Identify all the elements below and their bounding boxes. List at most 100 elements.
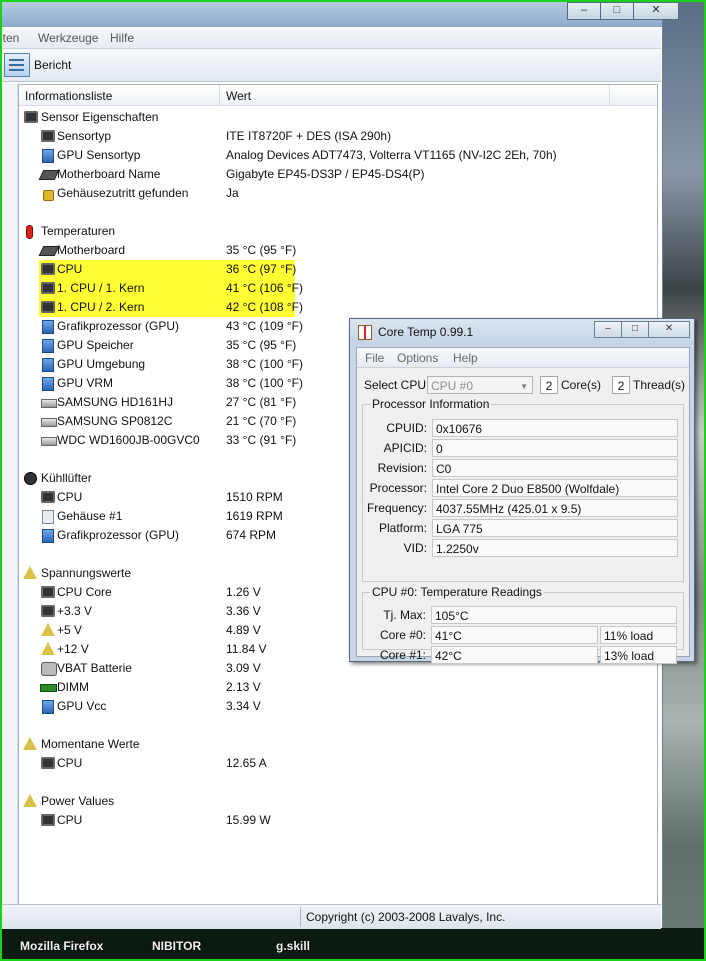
section-title: Power Values — [41, 794, 115, 808]
case-icon — [42, 510, 54, 524]
copyright-text: Copyright (c) 2003-2008 Lavalys, Inc. — [306, 910, 506, 924]
gpu-icon — [42, 358, 54, 372]
list-item[interactable]: 1. CPU / 1. Kern 41 °C (106 °F) — [19, 279, 657, 298]
item-name: CPU — [57, 813, 83, 827]
section-power[interactable]: Power Values — [19, 792, 657, 811]
report-button[interactable]: Bericht — [34, 58, 71, 72]
battery-icon — [41, 662, 57, 676]
core0-load: 11% load — [600, 626, 677, 644]
info-value: C0 — [432, 459, 678, 477]
threads-label: Thread(s) — [633, 378, 686, 392]
maximize-button[interactable]: □ — [600, 2, 634, 20]
gpu-icon — [42, 700, 54, 714]
info-value: Intel Core 2 Duo E8500 (Wolfdale) — [432, 479, 678, 497]
minimize-button[interactable]: – — [567, 2, 601, 20]
item-value: 2.13 V — [226, 680, 261, 694]
core1-load: 13% load — [600, 646, 677, 664]
coretemp-body: File Options Help Select CPU: CPU #0 ▼ 2 … — [356, 347, 690, 664]
gpu-icon — [42, 339, 54, 353]
item-value: 38 °C (100 °F) — [226, 357, 303, 371]
tjmax-value: 105°C — [431, 606, 677, 624]
minimize-button[interactable]: – — [594, 321, 622, 338]
item-value: 1619 RPM — [226, 509, 283, 523]
gpu-icon — [42, 529, 54, 543]
list-item[interactable]: Sensortyp ITE IT8720F + DES (ISA 290h) — [19, 127, 657, 146]
close-button[interactable]: ✕ — [648, 321, 690, 338]
item-value: Analog Devices ADT7473, Volterra VT1165 … — [226, 148, 557, 162]
menu-hilfe[interactable]: Hilfe — [110, 31, 134, 45]
taskbar-item-firefox[interactable]: Mozilla Firefox — [20, 939, 103, 953]
select-cpu-label: Select CPU: — [364, 378, 430, 392]
info-key: Platform: — [378, 521, 427, 535]
item-value: 36 °C (97 °F) — [226, 262, 297, 276]
item-name: CPU — [57, 756, 83, 770]
item-value: ITE IT8720F + DES (ISA 290h) — [226, 129, 392, 143]
info-value: LGA 775 — [432, 519, 678, 537]
item-name: Motherboard Name — [57, 167, 161, 181]
item-name: SAMSUNG SP0812C — [57, 414, 173, 428]
menu-werkzeuge[interactable]: Werkzeuge — [38, 31, 98, 45]
item-value: 21 °C (70 °F) — [226, 414, 297, 428]
taskbar-item-nibitor[interactable]: NIBITOR — [152, 939, 201, 953]
column-header-name[interactable]: Informationsliste — [25, 89, 112, 103]
list-item[interactable]: Motherboard 35 °C (95 °F) — [19, 241, 657, 260]
list-item[interactable]: GPU Sensortyp Analog Devices ADT7473, Vol… — [19, 146, 657, 165]
item-value: 3.34 V — [226, 699, 261, 713]
item-name: GPU Vcc — [57, 699, 107, 713]
item-name: GPU VRM — [57, 376, 114, 390]
maximize-button[interactable]: □ — [621, 321, 649, 338]
column-header-value[interactable]: Wert — [226, 89, 251, 103]
item-value: 3.09 V — [226, 661, 261, 675]
list-item[interactable]: Gehäusezutritt gefunden Ja — [19, 184, 657, 203]
info-value: 4037.55MHz (425.01 x 9.5) — [432, 499, 678, 517]
close-button[interactable]: ✕ — [633, 2, 679, 20]
current-warning-icon — [23, 737, 37, 750]
item-name: 1. CPU / 1. Kern — [57, 281, 145, 295]
menu-options[interactable]: Options — [397, 351, 438, 365]
list-item[interactable]: CPU 12.65 A — [19, 754, 657, 773]
hard-drive-icon — [41, 418, 57, 427]
item-value: 4.89 V — [226, 623, 261, 637]
item-name: DIMM — [57, 680, 89, 694]
item-name: CPU Core — [57, 585, 112, 599]
item-value: 1510 RPM — [226, 490, 283, 504]
list-item[interactable]: CPU 15.99 W — [19, 811, 657, 830]
taskbar — [0, 928, 706, 961]
coretemp-titlebar[interactable]: Core Temp 0.99.1 – □ ✕ — [350, 319, 694, 345]
taskbar-item-gskill[interactable]: g.skill — [276, 939, 310, 953]
gpu-icon — [42, 149, 54, 163]
menu-help[interactable]: Help — [453, 351, 478, 365]
info-key: VID: — [403, 541, 427, 555]
list-item[interactable]: 1. CPU / 2. Kern 42 °C (108 °F) — [19, 298, 657, 317]
section-temperatures[interactable]: Temperaturen — [19, 222, 657, 241]
list-item[interactable]: CPU 36 °C (97 °F) — [19, 260, 657, 279]
list-item[interactable]: GPU Vcc 3.34 V — [19, 697, 657, 716]
menu-file[interactable]: File — [365, 351, 384, 365]
info-key: Revision: — [377, 461, 427, 475]
coretemp-menubar: File Options Help — [357, 348, 689, 368]
section-sensor[interactable]: Sensor Eigenschaften — [19, 108, 657, 127]
processor-info-group: Processor Information CPUID: 0x10676 API… — [362, 397, 684, 582]
list-item[interactable]: DIMM 2.13 V — [19, 678, 657, 697]
list-item[interactable]: Motherboard Name Gigabyte EP45-DS3P / EP4… — [19, 165, 657, 184]
item-name: SAMSUNG HD161HJ — [57, 395, 174, 409]
everest-toolbar: Bericht — [0, 49, 661, 82]
item-name: Motherboard — [57, 243, 126, 257]
item-value: 43 °C (109 °F) — [226, 319, 303, 333]
chevron-down-icon: ▼ — [520, 382, 528, 391]
section-currents[interactable]: Momentane Werte — [19, 735, 657, 754]
item-name: GPU Sensortyp — [57, 148, 141, 162]
cpu-icon — [41, 491, 55, 503]
everest-titlebar[interactable]: – □ ✕ — [0, 0, 679, 27]
core0-label: Core #0: — [379, 628, 426, 642]
tree-pane-edge — [0, 84, 18, 904]
menu-bearbeiten[interactable]: iten — [0, 31, 19, 45]
select-cpu-dropdown[interactable]: CPU #0 ▼ — [427, 376, 533, 394]
item-name: +3.3 V — [57, 604, 93, 618]
info-value: 1.2250v — [432, 539, 678, 557]
report-icon[interactable] — [4, 53, 30, 77]
cpu-icon — [41, 586, 55, 598]
item-value: 3.36 V — [226, 604, 261, 618]
item-name: Grafikprozessor (GPU) — [57, 319, 180, 333]
cpu-icon — [41, 814, 55, 826]
